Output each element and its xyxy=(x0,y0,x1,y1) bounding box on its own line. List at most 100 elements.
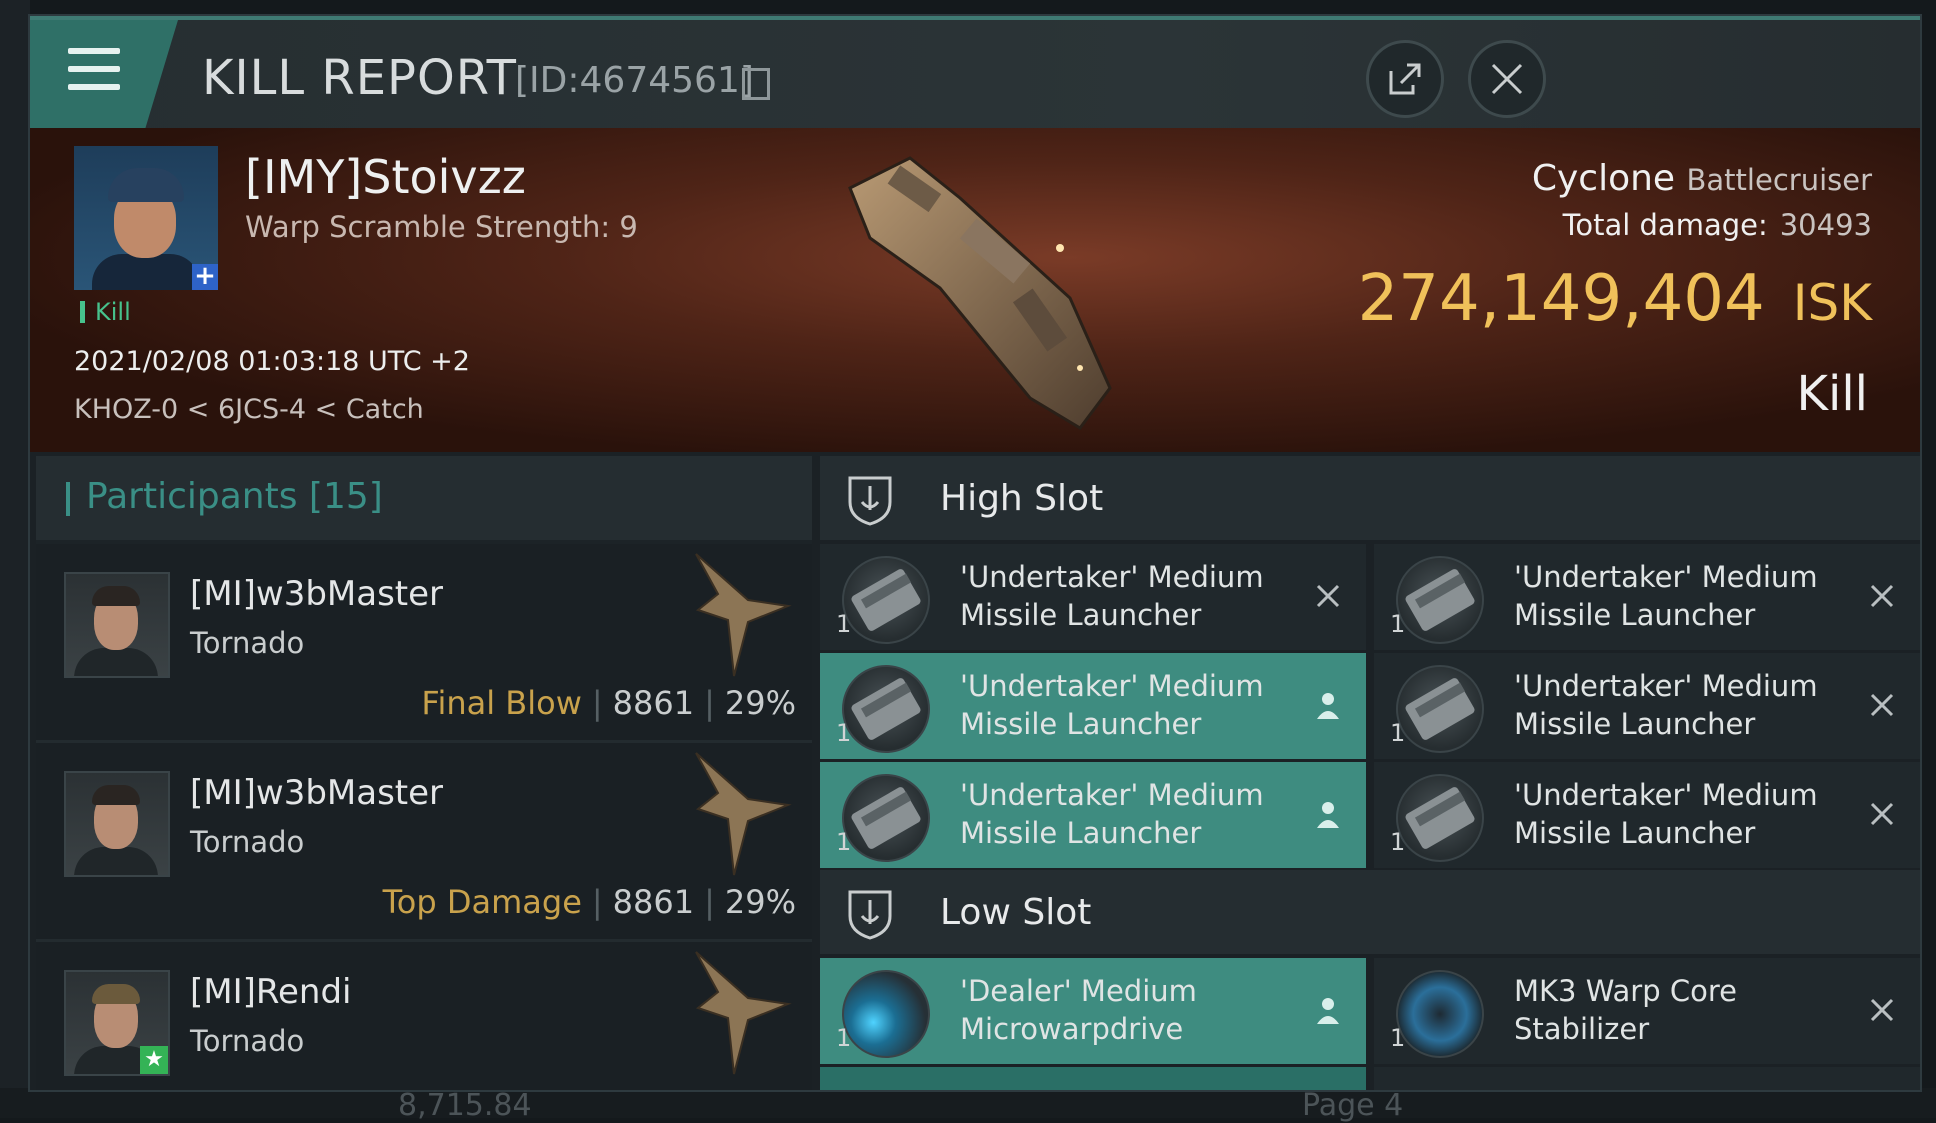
kill-report-window: KILL REPORT [ID:4674561] + [IMY]Stoivzz … xyxy=(28,14,1922,1092)
fitting-panel: High Slot 1 'Undertaker' Medium Missile L… xyxy=(820,456,1920,1090)
fitted-module[interactable] xyxy=(820,1067,1366,1090)
star-icon: ★ xyxy=(140,1046,168,1074)
fitted-module[interactable]: 1 'Undertaker' Medium Missile Launcher xyxy=(820,762,1366,868)
module-quantity: 1 xyxy=(1390,610,1406,638)
participant-ship: Tornado xyxy=(190,825,305,859)
kill-tag: Kill xyxy=(80,300,131,324)
low-slot-header: Low Slot xyxy=(820,870,1920,954)
slot-row: 1 'Undertaker' Medium Missile Launcher 1 … xyxy=(820,653,1920,761)
isk-unit: ISK xyxy=(1792,274,1872,332)
kill-location[interactable]: KHOZ-0 < 6JCS-4 < Catch xyxy=(74,394,424,425)
total-damage-label: Total damage: xyxy=(1562,208,1768,242)
participant-name: [MI]w3bMaster xyxy=(190,574,444,614)
final-blow-tag: Final Blow xyxy=(421,684,582,722)
fitted-module[interactable]: 1 'Undertaker' Medium Missile Launcher xyxy=(820,653,1366,759)
fitted-module[interactable]: 1 'Undertaker' Medium Missile Launcher xyxy=(820,544,1366,650)
participants-panel: Participants [15] [MI]w3bMaster Tornado … xyxy=(36,456,812,1090)
report-id: [ID:4674561] xyxy=(515,60,754,101)
share-button[interactable] xyxy=(1366,40,1444,118)
participants-label: Participants xyxy=(86,476,298,517)
warp-core-stabilizer-icon xyxy=(1396,970,1484,1058)
destroyed-icon xyxy=(1870,584,1894,608)
module-name: MK3 Warp Core Stabilizer xyxy=(1514,974,1737,1046)
module-quantity: 1 xyxy=(836,1024,852,1052)
module-quantity: 1 xyxy=(1390,719,1406,747)
module-quantity: 1 xyxy=(836,828,852,856)
participant-percent: 29% xyxy=(724,684,796,722)
dropped-person-icon xyxy=(1317,693,1339,719)
participant-ship-image xyxy=(695,752,792,876)
module-name: 'Undertaker' Medium Missile Launcher xyxy=(1514,778,1818,850)
warp-scramble-strength: Warp Scramble Strength: 9 xyxy=(245,210,638,244)
victim-ship[interactable]: Cyclone Battlecruiser xyxy=(1532,158,1872,199)
victim-portrait[interactable]: + xyxy=(74,146,218,290)
victim-banner: + [IMY]Stoivzz Warp Scramble Strength: 9… xyxy=(30,128,1920,452)
module-name: 'Undertaker' Medium Missile Launcher xyxy=(1514,560,1818,632)
top-damage-tag: Top Damage xyxy=(382,883,582,921)
ship-name: Cyclone xyxy=(1531,158,1676,199)
background-left-strip xyxy=(0,0,30,1118)
destroyed-icon xyxy=(1316,584,1340,608)
avatar[interactable]: ★ xyxy=(64,970,170,1076)
victim-ship-image xyxy=(848,156,1112,430)
result-label: Kill xyxy=(1796,366,1868,422)
missile-launcher-icon xyxy=(842,556,930,644)
fitted-module[interactable]: 1 'Dealer' Medium Microwarpdrive xyxy=(820,958,1366,1064)
participant-row[interactable]: ★ [MI]Rendi Tornado xyxy=(36,942,812,1090)
copy-id-icon[interactable] xyxy=(742,68,770,100)
fitted-module[interactable]: 1 MK3 Warp Core Stabilizer xyxy=(1374,958,1920,1064)
participant-row[interactable]: [MI]w3bMaster Tornado Final Blow | 8861 | 29… xyxy=(36,544,812,743)
participant-stats: Top Damage | 8861 | 29% xyxy=(382,883,796,921)
menu-button[interactable] xyxy=(30,20,178,128)
low-slot-label: Low Slot xyxy=(940,892,1092,933)
participant-name: [MI]w3bMaster xyxy=(190,773,444,813)
avatar[interactable] xyxy=(64,572,170,678)
fitted-module[interactable]: 1 'Undertaker' Medium Missile Launcher xyxy=(1374,653,1920,759)
module-quantity: 1 xyxy=(836,719,852,747)
total-damage: Total damage: 30493 xyxy=(1563,208,1872,242)
kill-datetime: 2021/02/08 01:03:18 UTC +2 xyxy=(74,346,470,377)
module-name: 'Undertaker' Medium Missile Launcher xyxy=(1514,669,1818,741)
add-contact-icon[interactable]: + xyxy=(192,263,218,290)
module-quantity: 1 xyxy=(1390,1024,1406,1052)
isk-amount: 274,149,404 xyxy=(1357,262,1765,336)
menu-icon xyxy=(68,48,120,54)
participant-damage: 8861 xyxy=(612,684,695,722)
module-name: 'Dealer' Medium Microwarpdrive xyxy=(960,974,1197,1046)
destroyed-icon xyxy=(1870,998,1894,1022)
fitted-module[interactable] xyxy=(1374,1067,1920,1090)
slot-row: 1 'Undertaker' Medium Missile Launcher 1 … xyxy=(820,762,1920,870)
high-slot-label: High Slot xyxy=(940,478,1104,519)
victim-name[interactable]: [IMY]Stoivzz xyxy=(245,150,526,204)
close-button[interactable] xyxy=(1468,40,1546,118)
high-slot-icon xyxy=(848,476,892,526)
participant-stats: Final Blow | 8861 | 29% xyxy=(421,684,796,722)
module-name: 'Undertaker' Medium Missile Launcher xyxy=(960,560,1264,632)
fitted-module[interactable]: 1 'Undertaker' Medium Missile Launcher xyxy=(1374,544,1920,650)
module-name: 'Undertaker' Medium Missile Launcher xyxy=(960,778,1264,850)
missile-launcher-icon xyxy=(842,774,930,862)
fitted-module[interactable]: 1 'Undertaker' Medium Missile Launcher xyxy=(1374,762,1920,868)
participant-ship-image xyxy=(695,553,792,677)
dropped-person-icon xyxy=(1317,998,1339,1024)
low-slot-icon xyxy=(848,890,892,940)
window-title: KILL REPORT xyxy=(202,50,517,106)
participant-row[interactable]: [MI]w3bMaster Tornado Top Damage | 8861 | 29… xyxy=(36,743,812,942)
missile-launcher-icon xyxy=(1396,665,1484,753)
title-bar: KILL REPORT [ID:4674561] xyxy=(30,16,1920,132)
module-quantity: 1 xyxy=(836,610,852,638)
slot-row-partial xyxy=(820,1067,1920,1090)
isk-value: 274,149,404 ISK xyxy=(1358,262,1872,336)
participant-damage: 8861 xyxy=(612,883,695,921)
participants-header: Participants [15] xyxy=(36,456,812,540)
avatar[interactable] xyxy=(64,771,170,877)
total-damage-value: 30493 xyxy=(1779,208,1872,242)
slot-row: 1 'Undertaker' Medium Missile Launcher 1 … xyxy=(820,544,1920,652)
module-quantity: 1 xyxy=(1390,828,1406,856)
slot-row: 1 'Dealer' Medium Microwarpdrive 1 MK3 Wa… xyxy=(820,958,1920,1066)
missile-launcher-icon xyxy=(1396,556,1484,644)
participant-ship: Tornado xyxy=(190,626,305,660)
close-icon xyxy=(1491,63,1523,95)
participant-ship-image xyxy=(695,951,792,1075)
destroyed-icon xyxy=(1870,802,1894,826)
